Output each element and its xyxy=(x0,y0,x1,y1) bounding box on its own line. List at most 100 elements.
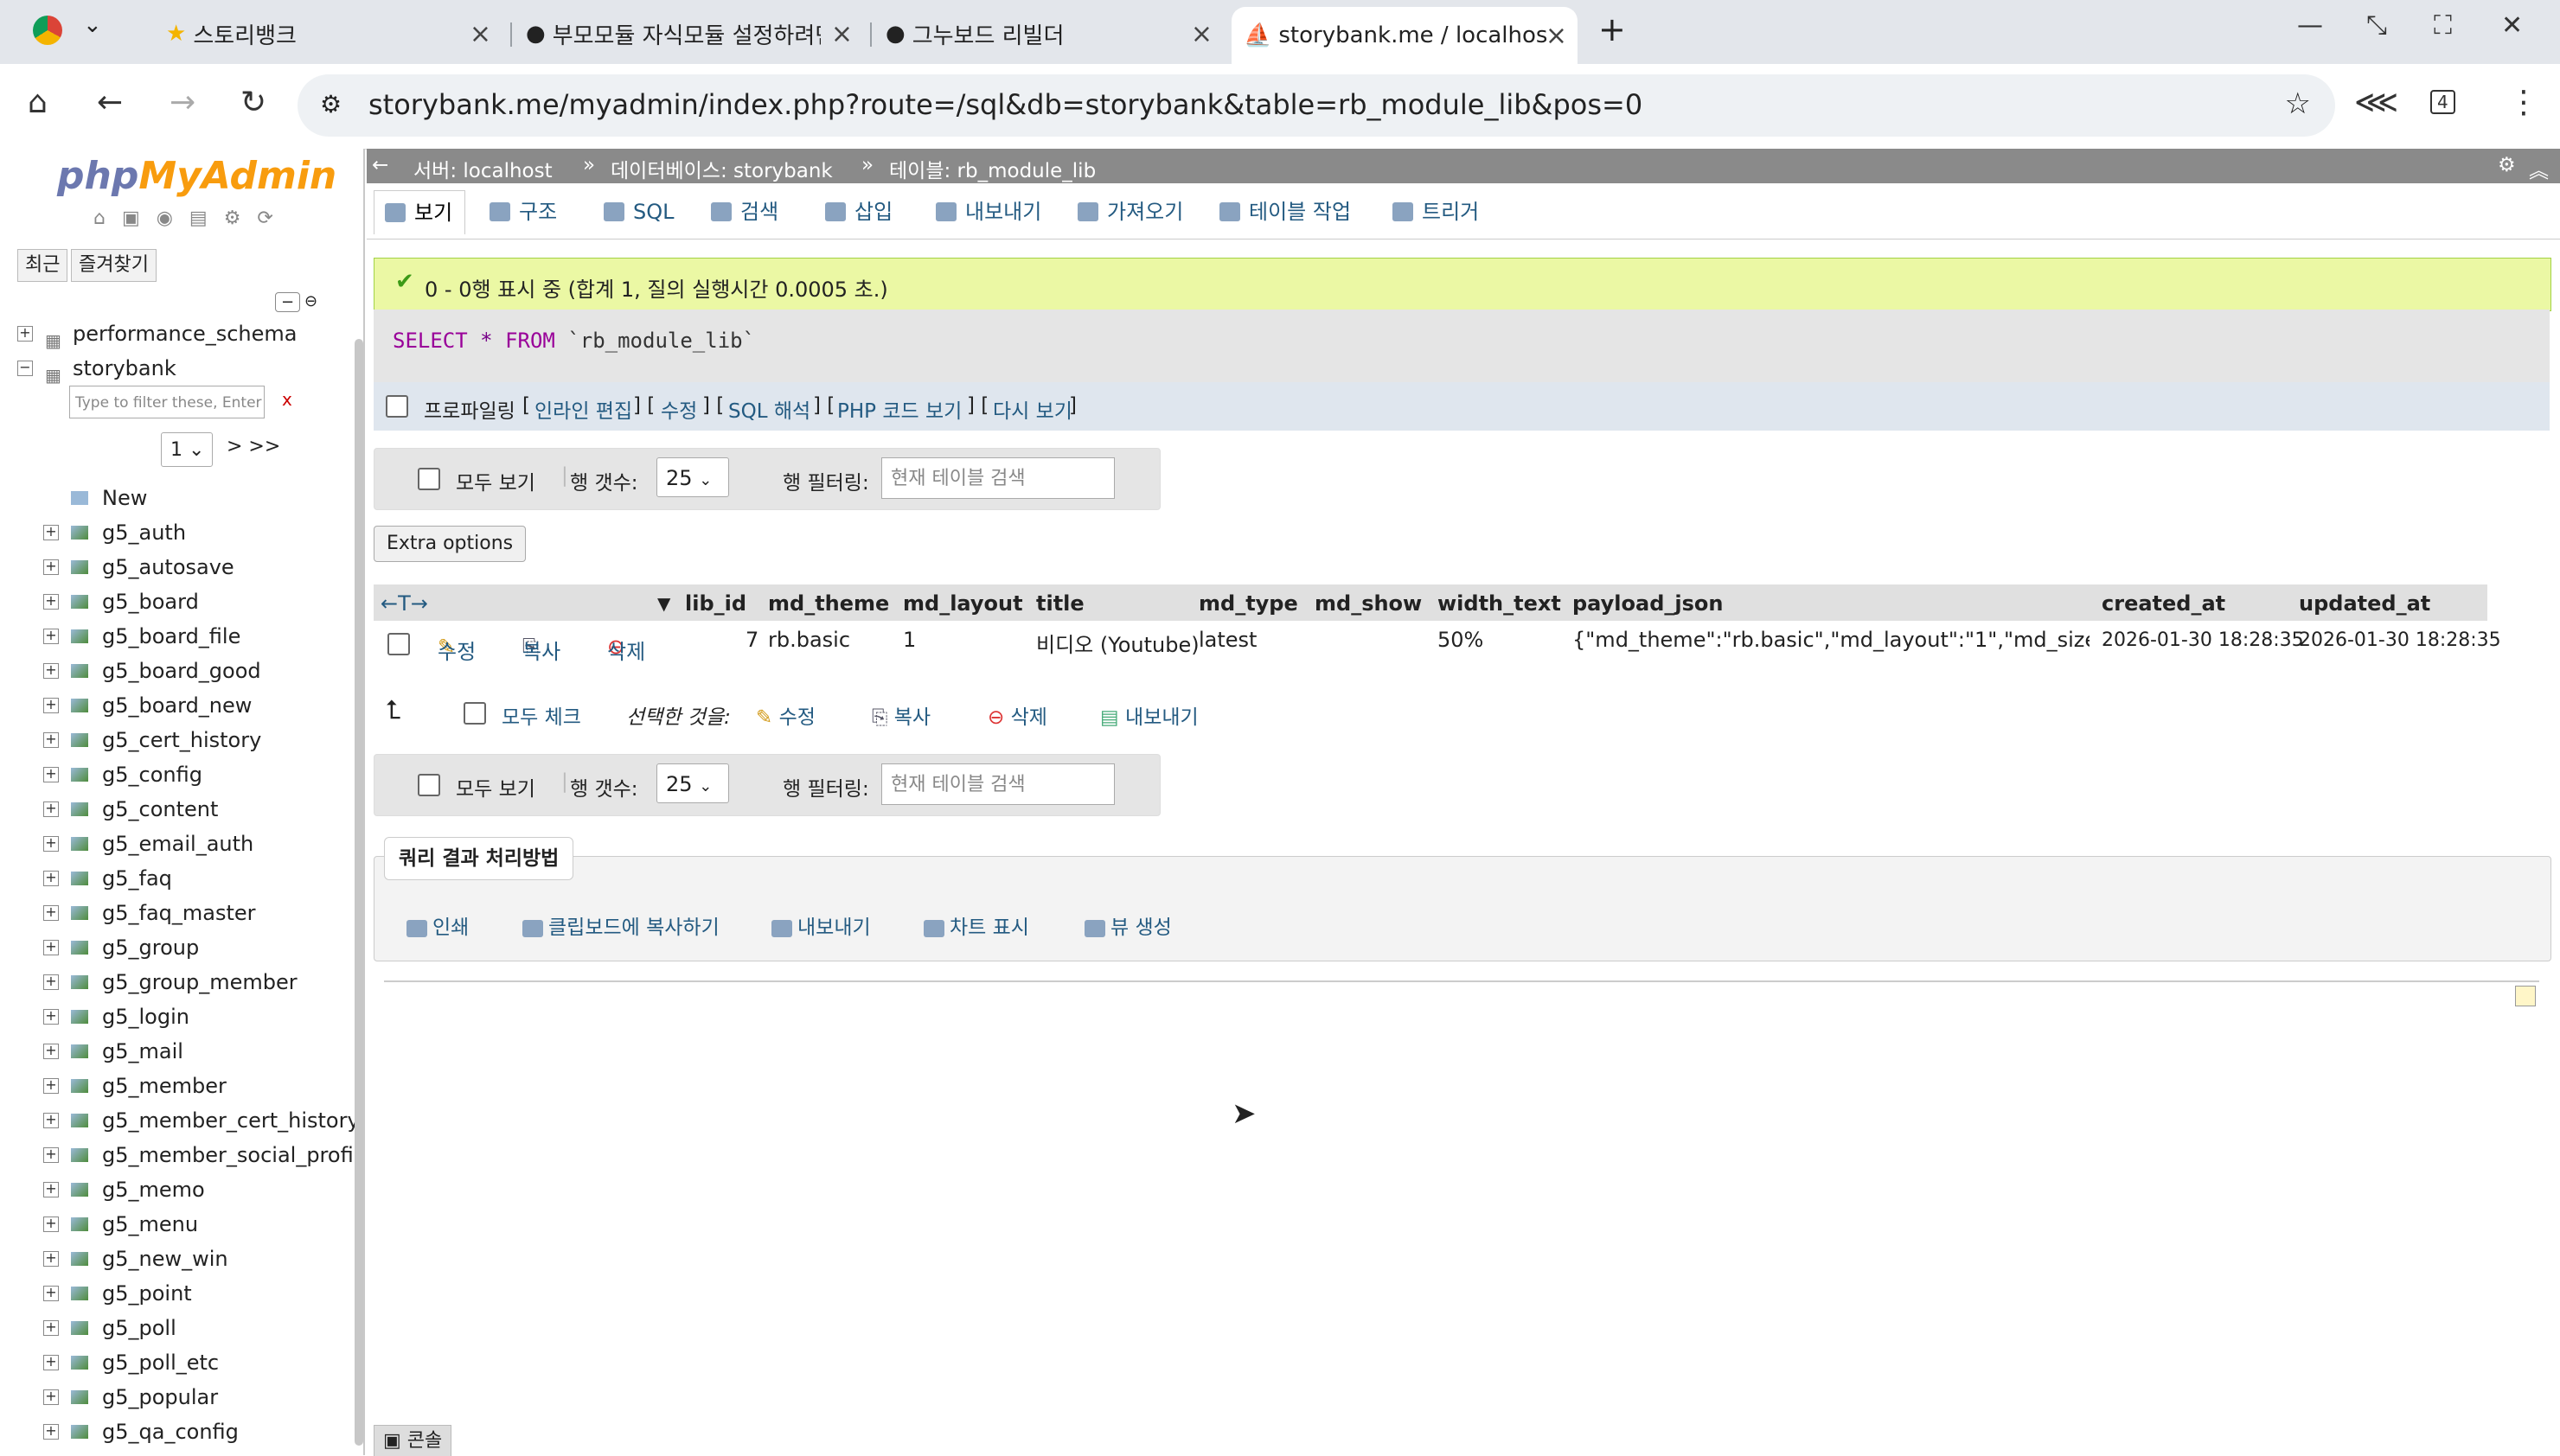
create-view-button[interactable]: 뷰 생성 xyxy=(1085,908,1172,948)
recent-tab[interactable]: 최근 xyxy=(17,249,68,282)
col-width_text[interactable]: width_text xyxy=(1437,591,1561,616)
expand-icon[interactable]: + xyxy=(43,1078,59,1094)
tab-structure[interactable]: 구조 xyxy=(479,190,569,233)
cell-md_type[interactable]: latest xyxy=(1199,628,1257,652)
collapse-icon[interactable]: − xyxy=(17,361,33,376)
address-bar[interactable]: ⚙ storybank.me/myadmin/index.php?route=/… xyxy=(298,74,2335,137)
minimize-icon[interactable]: — xyxy=(2297,10,2323,41)
col-md_theme[interactable]: md_theme xyxy=(768,591,889,616)
expand-icon[interactable]: + xyxy=(43,836,59,852)
collapse-all-icon[interactable]: − xyxy=(275,292,301,312)
extra-options-button[interactable]: Extra options xyxy=(374,526,527,562)
col-created_at[interactable]: created_at xyxy=(2102,591,2225,616)
restore-icon[interactable]: ⤡ xyxy=(2366,10,2387,41)
back-arrow-icon[interactable]: ← xyxy=(372,154,388,176)
link-with-main-icon[interactable]: ⊖ xyxy=(304,292,317,310)
clear-filter-button[interactable]: x xyxy=(282,389,292,410)
expand-icon[interactable]: + xyxy=(43,559,59,575)
page-select[interactable]: 1 ⌄ xyxy=(161,432,213,467)
bulk-copy-button[interactable]: ⎘ 복사 xyxy=(872,700,931,730)
bulk-edit-button[interactable]: ✎ 수정 xyxy=(756,700,816,730)
cell-payload_json[interactable]: {"md_theme":"rb.basic","md_layout":"1","… xyxy=(1572,628,2090,652)
tab-insert[interactable]: 삽입 xyxy=(815,190,905,233)
col-md_show[interactable]: md_show xyxy=(1315,591,1422,616)
close-icon[interactable]: × xyxy=(1546,21,1567,51)
tab-import[interactable]: 가져오기 xyxy=(1067,190,1195,233)
bookmark-note-icon[interactable] xyxy=(2515,986,2536,1006)
expand-icon[interactable]: + xyxy=(43,1355,59,1370)
expand-icon[interactable]: + xyxy=(43,1182,59,1197)
reload-icon[interactable]: ↻ xyxy=(240,85,266,120)
settings-gear-icon[interactable]: ⚙ xyxy=(2498,154,2516,176)
show-all-checkbox[interactable] xyxy=(418,774,440,796)
favorites-tab[interactable]: 즐겨찾기 xyxy=(71,249,157,282)
expand-icon[interactable]: + xyxy=(43,1009,59,1025)
url-text[interactable]: storybank.me/myadmin/index.php?route=/sq… xyxy=(368,88,1642,121)
phpmyadmin-logo[interactable]: phpMyAdmin xyxy=(57,154,336,198)
edit-link[interactable]: 수정 xyxy=(661,394,697,424)
print-button[interactable]: 인쇄 xyxy=(406,908,469,948)
expand-icon[interactable]: + xyxy=(43,974,59,990)
expand-icon[interactable]: + xyxy=(43,629,59,644)
site-settings-icon[interactable]: ⚙ xyxy=(320,90,342,118)
expand-icon[interactable]: + xyxy=(43,732,59,748)
col-title[interactable]: title xyxy=(1036,591,1085,616)
cell-md_theme[interactable]: rb.basic xyxy=(768,628,850,652)
home-icon[interactable]: ⌂ xyxy=(28,85,48,120)
row-filter-input[interactable]: 현재 테이블 검색 xyxy=(881,457,1115,499)
tab-count-badge[interactable]: 4 xyxy=(2430,90,2455,114)
forward-icon[interactable]: → xyxy=(170,85,195,120)
expand-icon[interactable]: + xyxy=(43,940,59,955)
nav-scrollbar[interactable] xyxy=(355,339,363,1446)
cell-md_layout[interactable]: 1 xyxy=(903,628,916,652)
rows-per-page-select[interactable]: 25 ⌄ xyxy=(656,457,729,497)
col-lib_id[interactable]: lib_id xyxy=(685,591,746,616)
chrome-logo-icon[interactable] xyxy=(33,16,62,45)
tab-search[interactable]: 검색 xyxy=(701,190,790,233)
col-updated_at[interactable]: updated_at xyxy=(2299,591,2430,616)
copy-clipboard-button[interactable]: 클립보드에 복사하기 xyxy=(522,908,720,948)
nav-quick-icons[interactable]: ⌂ ▣ ◉ ▤ ⚙ ⟳ xyxy=(93,208,278,229)
row-checkbox[interactable] xyxy=(387,633,410,655)
expand-icon[interactable]: + xyxy=(43,1424,59,1440)
tab-operations[interactable]: 테이블 작업 xyxy=(1209,190,1363,233)
expand-icon[interactable]: + xyxy=(43,594,59,610)
expand-icon[interactable]: + xyxy=(43,525,59,540)
explain-sql-link[interactable]: SQL 해석 xyxy=(728,394,810,424)
expand-icon[interactable]: + xyxy=(43,801,59,817)
row-filter-input[interactable]: 현재 테이블 검색 xyxy=(881,763,1115,805)
php-code-link[interactable]: PHP 코드 보기 xyxy=(837,394,962,424)
expand-icon[interactable]: + xyxy=(43,1217,59,1232)
tab-export[interactable]: 내보내기 xyxy=(925,190,1053,233)
expand-icon[interactable]: + xyxy=(43,1286,59,1301)
fullscreen-icon[interactable]: ⛶ xyxy=(2434,10,2452,41)
show-all-checkbox[interactable] xyxy=(418,468,440,490)
close-icon[interactable]: × xyxy=(831,19,853,49)
new-tab-icon[interactable]: + xyxy=(1598,10,1626,48)
tab-browse[interactable]: 보기 xyxy=(374,190,466,234)
refresh-link[interactable]: 다시 보기 xyxy=(993,394,1072,424)
tab-storybank[interactable]: ★ 스토리뱅크 × xyxy=(156,9,502,59)
bulk-export-button[interactable]: ▤ 내보내기 xyxy=(1100,700,1199,730)
expand-icon[interactable]: + xyxy=(43,1389,59,1405)
col-md_type[interactable]: md_type xyxy=(1199,591,1298,616)
expand-icon[interactable]: + xyxy=(43,871,59,886)
expand-icon[interactable]: + xyxy=(17,326,33,342)
tab-chat-2[interactable]: ● 그누보드 리빌더 × xyxy=(877,9,1223,59)
back-icon[interactable]: ← xyxy=(97,85,123,120)
display-chart-button[interactable]: 차트 표시 xyxy=(924,908,1029,948)
expand-icon[interactable]: + xyxy=(43,1147,59,1163)
expand-icon[interactable]: + xyxy=(43,1251,59,1267)
bookmark-star-icon[interactable]: ☆ xyxy=(2285,86,2311,121)
collapse-top-icon[interactable]: ︽ xyxy=(2529,154,2549,183)
more-menu-icon[interactable]: ⋮ xyxy=(2508,85,2539,120)
column-arrows-icon[interactable]: ←T→ xyxy=(381,591,428,616)
cell-updated_at[interactable]: 2026-01-30 18:28:35 xyxy=(2299,629,2501,651)
col-payload_json[interactable]: payload_json xyxy=(1572,591,1723,616)
cell-width_text[interactable]: 50% xyxy=(1437,628,1483,652)
share-icon[interactable]: ⋘ xyxy=(2354,85,2398,120)
cell-created_at[interactable]: 2026-01-30 18:28:35 xyxy=(2102,629,2304,651)
cell-lib_id[interactable]: 7 xyxy=(746,628,758,652)
breadcrumb-table[interactable]: 테이블: rb_module_lib xyxy=(889,154,1096,183)
check-all-label[interactable]: 모두 체크 xyxy=(502,700,581,730)
